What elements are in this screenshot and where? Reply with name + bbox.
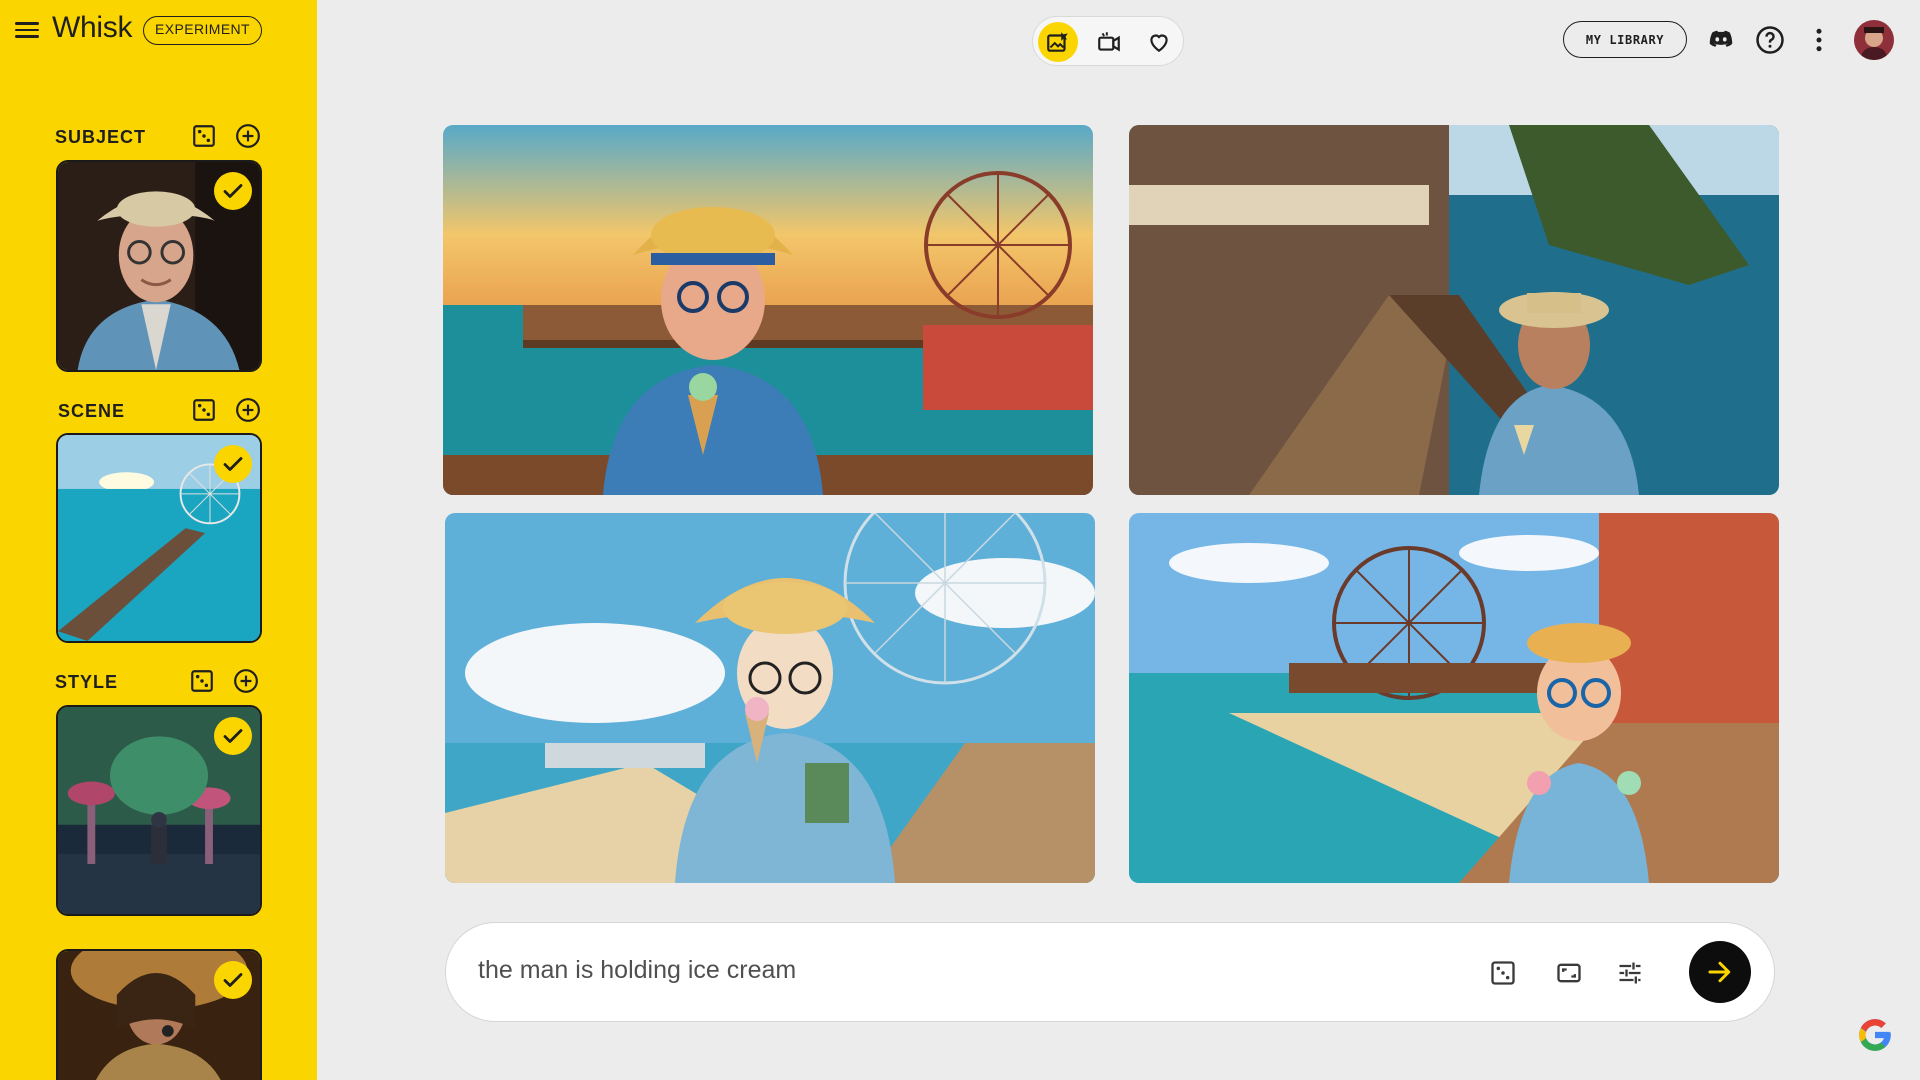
add-circle-icon[interactable]	[235, 123, 261, 149]
result-image-1[interactable]	[443, 125, 1093, 495]
sidebar: Whisk EXPERIMENT SUBJECT SCENE STYLE	[0, 0, 317, 1080]
prompt-input[interactable]	[478, 956, 1458, 985]
heart-icon	[1150, 34, 1168, 52]
prompt-bar	[445, 922, 1775, 1022]
style-section-header: STYLE	[55, 664, 265, 698]
dice-icon[interactable]	[189, 668, 215, 694]
google-logo	[1859, 1019, 1891, 1051]
dice-icon[interactable]	[191, 397, 217, 423]
result-image-2[interactable]	[1129, 125, 1779, 495]
more-vert-icon[interactable]	[1803, 24, 1835, 56]
style-label: STYLE	[55, 672, 119, 692]
image-mode-button[interactable]	[1038, 22, 1078, 62]
scene-section-header: SCENE	[55, 393, 265, 427]
user-avatar[interactable]	[1854, 20, 1894, 60]
image-edit-icon	[1047, 32, 1068, 52]
my-library-button[interactable]: MY LIBRARY	[1563, 21, 1687, 58]
app-brand: Whisk	[52, 11, 133, 44]
extra-image-card[interactable]	[56, 949, 262, 1080]
arrow-forward-icon	[1708, 961, 1731, 983]
help-icon[interactable]	[1754, 24, 1786, 56]
video-mode-button[interactable]	[1089, 22, 1129, 62]
menu-icon[interactable]	[14, 18, 40, 42]
selected-check	[214, 172, 252, 210]
subject-image-card[interactable]	[56, 160, 262, 372]
aspect-ratio-icon[interactable]	[1553, 957, 1585, 989]
selected-check	[214, 445, 252, 483]
favorites-button[interactable]	[1139, 22, 1179, 62]
result-image-4[interactable]	[1129, 513, 1779, 883]
style-image-card[interactable]	[56, 705, 262, 916]
dice-icon[interactable]	[191, 123, 217, 149]
selected-check	[214, 717, 252, 755]
result-image-3[interactable]	[445, 513, 1095, 883]
mode-toggle	[1032, 16, 1184, 66]
experiment-badge: EXPERIMENT	[143, 16, 263, 45]
scene-label: SCENE	[58, 401, 126, 421]
subject-label: SUBJECT	[55, 127, 147, 147]
check-icon	[223, 729, 243, 743]
check-icon	[223, 457, 243, 471]
scene-image-card[interactable]	[56, 433, 262, 643]
tune-icon[interactable]	[1614, 957, 1646, 989]
discord-icon[interactable]	[1705, 24, 1737, 56]
subject-section-header: SUBJECT	[55, 119, 265, 153]
video-icon	[1098, 32, 1120, 52]
check-icon	[223, 973, 243, 987]
add-circle-icon[interactable]	[233, 668, 259, 694]
selected-check	[214, 961, 252, 999]
submit-button[interactable]	[1689, 941, 1751, 1003]
check-icon	[223, 184, 243, 198]
dice-icon[interactable]	[1487, 957, 1519, 989]
add-circle-icon[interactable]	[235, 397, 261, 423]
